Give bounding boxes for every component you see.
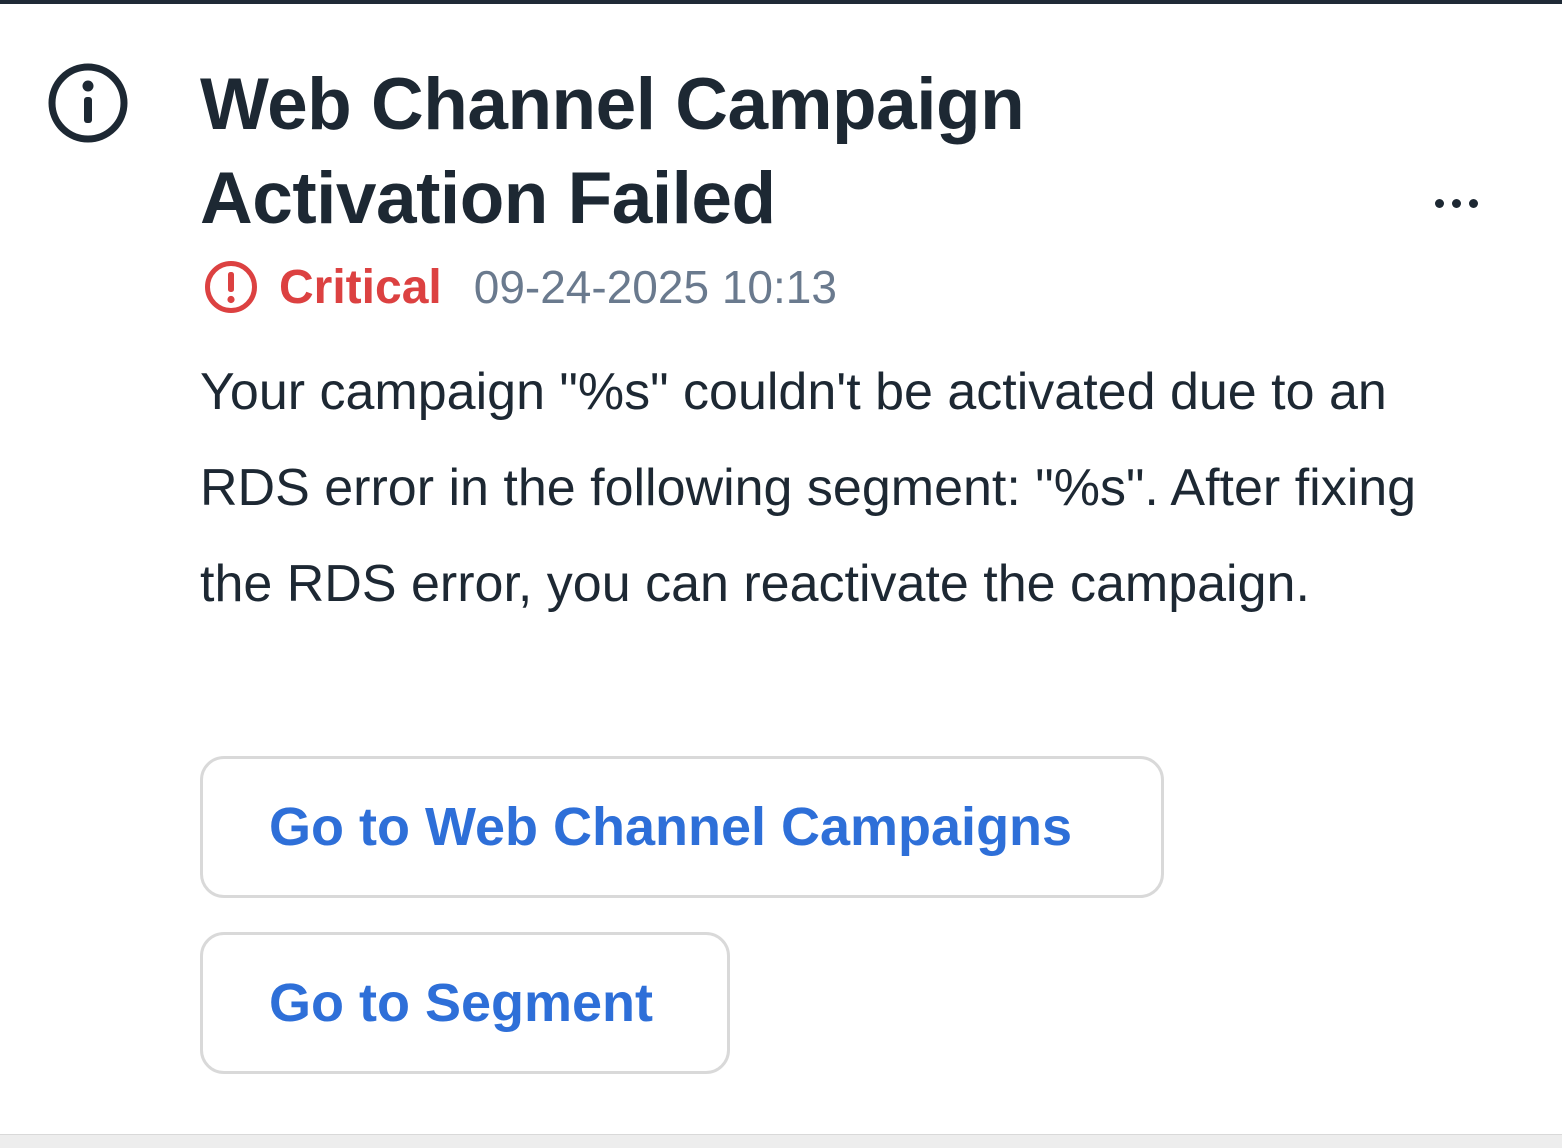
severity-label: Critical: [279, 260, 442, 314]
ellipsis-dot: [1468, 198, 1478, 208]
notification-title: Web Channel Campaign Activation Failed: [200, 64, 1025, 239]
go-to-segment-button[interactable]: Go to Segment: [200, 932, 730, 1074]
notification-message: Your campaign "%s" couldn't be activated…: [200, 363, 1417, 613]
timestamp: 09-24-2025 10:13: [473, 261, 837, 313]
notification-card: Web Channel Campaign Activation Failed C…: [0, 4, 1562, 1135]
exclamation-circle-icon: [205, 261, 257, 313]
info-icon: [48, 63, 128, 143]
notification-meta: Critical 09-24-2025 10:13: [203, 256, 837, 318]
ellipsis-dot: [1451, 198, 1461, 208]
go-to-campaigns-button[interactable]: Go to Web Channel Campaigns: [200, 756, 1164, 898]
ellipsis-icon: [1434, 198, 1444, 208]
more-options-button[interactable]: [1420, 179, 1492, 227]
